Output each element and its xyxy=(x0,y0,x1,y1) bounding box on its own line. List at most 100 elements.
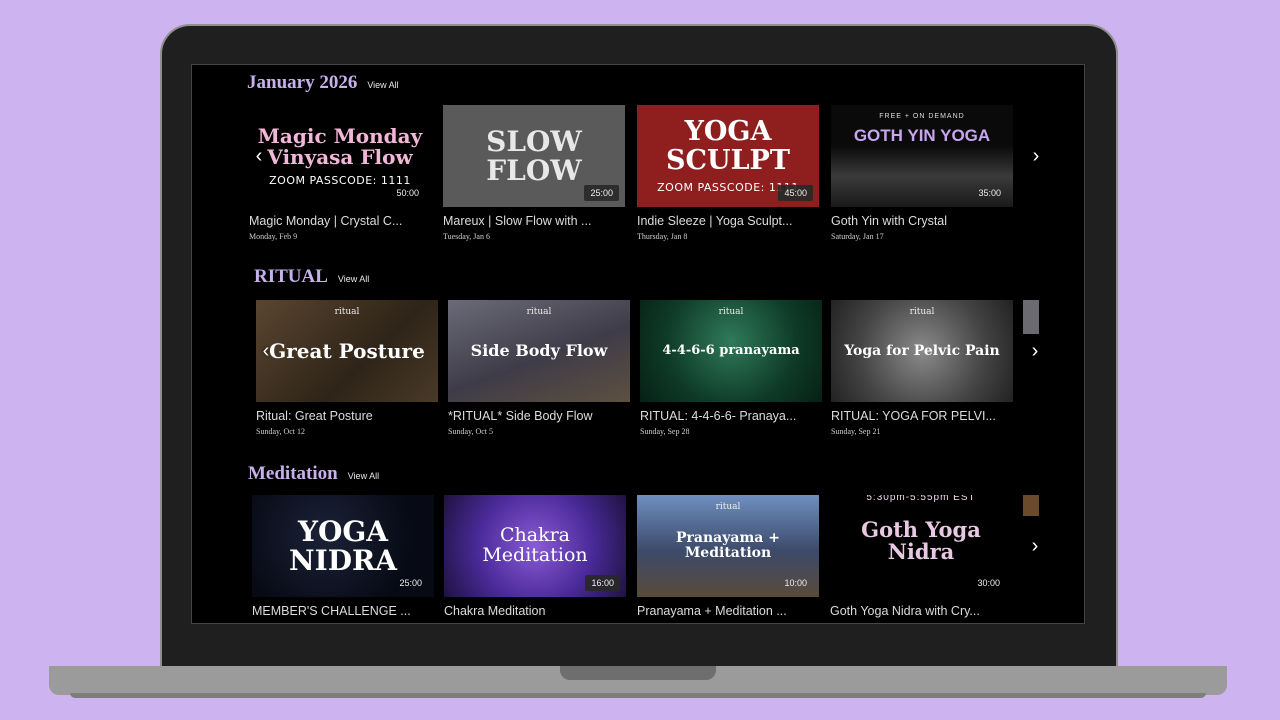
view-all-link[interactable]: View All xyxy=(367,80,398,90)
duration-badge: 50:00 xyxy=(396,188,419,198)
chevron-right-icon: › xyxy=(1031,534,1039,557)
video-thumbnail[interactable]: FREE + ON DEMAND GOTH YIN YOGA 35:00 xyxy=(831,105,1013,207)
thumbnail-title: Goth Yoga Nidra xyxy=(861,517,981,565)
chevron-right-icon: › xyxy=(1032,144,1040,167)
thumbnail-title: GOTH YIN YOGA xyxy=(853,126,991,145)
video-thumbnail[interactable]: YOGA NIDRA 25:00 xyxy=(252,495,434,597)
section-meditation: Meditation View All YOGA NIDRA 25:00 MEM… xyxy=(192,455,1084,623)
card-date: Sunday, Sep 21 xyxy=(831,427,881,436)
video-thumbnail[interactable]: ritual Pranayama + Meditation 10:00 xyxy=(637,495,819,597)
thumbnail-top-text: FREE + ON DEMAND xyxy=(879,113,965,120)
card-title[interactable]: Pranayama + Meditation ... xyxy=(637,604,811,618)
video-thumbnail[interactable] xyxy=(1023,495,1039,516)
thumbnail-title: YOGA NIDRA xyxy=(289,514,397,577)
video-card-peek[interactable]: W W xyxy=(1026,105,1046,139)
section-header: RITUAL View All xyxy=(254,266,369,288)
card-date: Tuesday, Jan 6 xyxy=(443,232,490,241)
section-title: January 2026 xyxy=(247,72,358,93)
video-thumbnail[interactable]: ritual Yoga for Pelvic Pain xyxy=(831,300,1013,402)
duration-badge: 30:00 xyxy=(977,578,1000,588)
video-card[interactable]: FREE + ON DEMAND GOTH YIN YOGA 35:00 Got… xyxy=(831,105,1013,241)
card-title[interactable]: Magic Monday | Crystal C... xyxy=(249,214,423,228)
video-card[interactable]: YOGA SCULPT ZOOM PASSCODE: 1111 45:00 In… xyxy=(637,105,819,241)
carousel-next-button[interactable]: › xyxy=(1025,145,1047,167)
thumbnail-title: Great Posture xyxy=(269,338,425,363)
laptop-base-edge xyxy=(70,693,1206,698)
video-thumbnail[interactable]: ritual 4-4-6-6 pranayama xyxy=(640,300,822,402)
ritual-tag: ritual xyxy=(909,307,935,317)
card-date: Thursday, Jan 8 xyxy=(637,232,688,241)
video-thumbnail[interactable]: ritual Great Posture xyxy=(256,300,438,402)
video-card[interactable]: 5:30pm-5:55pm EST Goth Yoga Nidra 30:00 … xyxy=(830,495,1012,618)
video-thumbnail[interactable]: SLOW FLOW 25:00 xyxy=(443,105,625,207)
ritual-tag: ritual xyxy=(715,502,741,512)
card-date: Monday, Feb 9 xyxy=(249,232,298,241)
card-date: Sunday, Oct 5 xyxy=(448,427,494,436)
section-ritual: RITUAL View All ritual Great Posture Rit… xyxy=(192,260,1084,450)
video-thumbnail[interactable]: Chakra Meditation 16:00 xyxy=(444,495,626,597)
duration-badge: 10:00 xyxy=(784,578,807,588)
video-card[interactable]: ritual Pranayama + Meditation 10:00 Pran… xyxy=(637,495,819,618)
section-january-2026: January 2026 View All Magic Monday Vinya… xyxy=(192,65,1084,255)
video-thumbnail[interactable]: YOGA SCULPT ZOOM PASSCODE: 1111 45:00 xyxy=(637,105,819,207)
card-title[interactable]: Goth Yin with Crystal xyxy=(831,214,1005,228)
thumbnail-title: 4-4-6-6 pranayama xyxy=(662,343,800,359)
thumbnail-top-text: 5:30pm-5:55pm EST xyxy=(866,495,976,503)
card-title[interactable]: Chakra Meditation xyxy=(444,604,618,618)
video-card[interactable]: Magic Monday Vinyasa Flow ZOOM PASSCODE:… xyxy=(249,105,431,241)
carousel-next-button[interactable]: › xyxy=(1024,535,1046,557)
card-date: Sunday, Sep 28 xyxy=(640,427,690,436)
thumbnail-title: Magic Monday Vinyasa Flow xyxy=(257,123,423,169)
card-title[interactable]: Ritual: Great Posture xyxy=(256,409,430,423)
video-thumbnail[interactable]: 5:30pm-5:55pm EST Goth Yoga Nidra 30:00 xyxy=(830,495,1012,597)
video-card[interactable]: ritual 4-4-6-6 pranayama RITUAL: 4-4-6-6… xyxy=(640,300,822,436)
video-card-peek[interactable]: Yo xyxy=(1023,495,1047,516)
section-title: RITUAL xyxy=(254,266,328,287)
section-header: January 2026 View All xyxy=(247,72,399,94)
chevron-left-icon: ‹ xyxy=(262,339,270,362)
section-title: Meditation xyxy=(248,463,338,484)
thumbnail-title: YOGA SCULPT xyxy=(666,116,790,176)
duration-badge: 45:00 xyxy=(778,185,813,201)
video-thumbnail[interactable] xyxy=(1023,300,1039,334)
section-header: Meditation View All xyxy=(248,463,379,485)
duration-badge: 16:00 xyxy=(585,575,620,591)
ritual-tag: ritual xyxy=(718,307,744,317)
video-card[interactable]: ritual Side Body Flow *RITUAL* Side Body… xyxy=(448,300,630,436)
duration-badge: 35:00 xyxy=(978,188,1001,198)
video-card[interactable]: Chakra Meditation 16:00 Chakra Meditatio… xyxy=(444,495,626,618)
carousel-next-button[interactable]: › xyxy=(1024,340,1046,362)
card-title[interactable]: MEMBER'S CHALLENGE ... xyxy=(252,604,426,618)
video-card[interactable]: YOGA NIDRA 25:00 MEMBER'S CHALLENGE ... xyxy=(252,495,434,618)
video-card[interactable]: SLOW FLOW 25:00 Mareux | Slow Flow with … xyxy=(443,105,625,241)
card-title[interactable]: *RITUAL* Side Body Flow xyxy=(448,409,622,423)
video-thumbnail[interactable]: Magic Monday Vinyasa Flow ZOOM PASSCODE:… xyxy=(249,105,431,207)
duration-badge: 25:00 xyxy=(584,185,619,201)
card-title[interactable]: RITUAL: YOGA FOR PELVI... xyxy=(831,409,1005,423)
card-title[interactable]: Goth Yoga Nidra with Cry... xyxy=(830,604,1004,618)
card-title[interactable]: Indie Sleeze | Yoga Sculpt... xyxy=(637,214,811,228)
video-thumbnail[interactable]: ritual Side Body Flow xyxy=(448,300,630,402)
view-all-link[interactable]: View All xyxy=(338,274,369,284)
ritual-tag: ritual xyxy=(334,307,360,317)
laptop-notch xyxy=(560,666,716,680)
video-card-peek[interactable]: yo Su xyxy=(1023,300,1047,334)
carousel-prev-button[interactable]: ‹ xyxy=(255,340,277,362)
thumbnail-title: Side Body Flow xyxy=(470,340,608,360)
video-card[interactable]: ritual Yoga for Pelvic Pain RITUAL: YOGA… xyxy=(831,300,1013,436)
chevron-left-icon: ‹ xyxy=(255,144,263,167)
view-all-link[interactable]: View All xyxy=(348,471,379,481)
card-date: Sunday, Oct 12 xyxy=(256,427,306,436)
thumbnail-title: Chakra Meditation xyxy=(482,524,588,566)
duration-badge: 25:00 xyxy=(399,578,422,588)
chevron-right-icon: › xyxy=(1031,339,1039,362)
video-card[interactable]: ritual Great Posture Ritual: Great Postu… xyxy=(256,300,438,436)
app-screen: January 2026 View All Magic Monday Vinya… xyxy=(191,64,1085,624)
carousel-prev-button[interactable]: ‹ xyxy=(248,145,270,167)
video-thumbnail[interactable] xyxy=(1026,105,1044,139)
card-title[interactable]: Mareux | Slow Flow with ... xyxy=(443,214,617,228)
ritual-tag: ritual xyxy=(526,307,552,317)
thumbnail-title: Pranayama + Meditation xyxy=(676,530,780,561)
card-date: Saturday, Jan 17 xyxy=(831,232,884,241)
card-title[interactable]: RITUAL: 4-4-6-6- Pranaya... xyxy=(640,409,814,423)
